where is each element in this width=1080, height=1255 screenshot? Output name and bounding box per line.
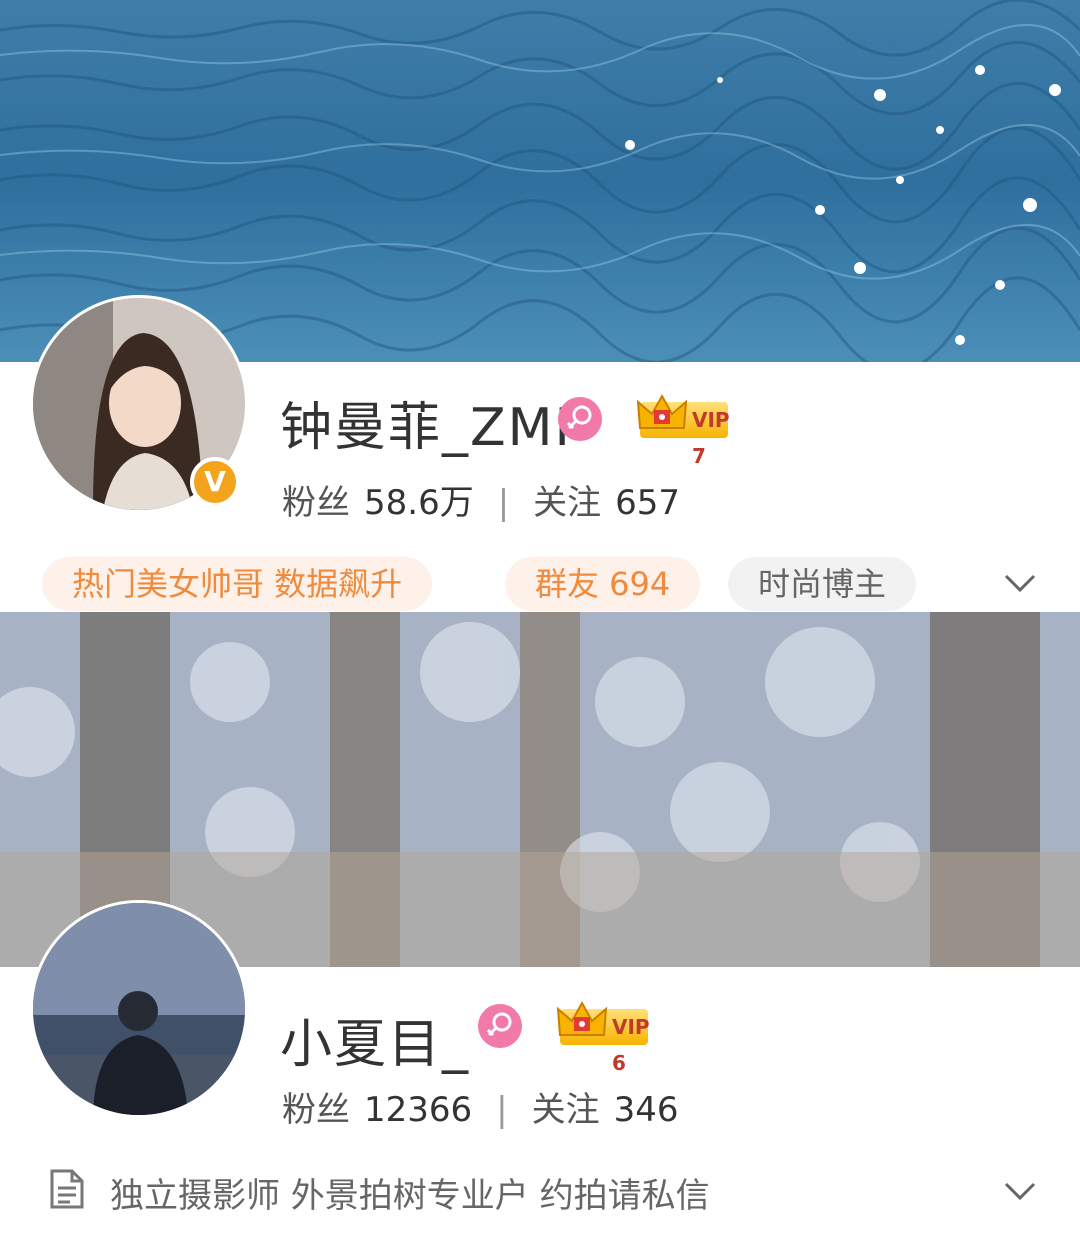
vip-label: VIP 7 bbox=[692, 408, 730, 468]
female-icon bbox=[478, 1004, 522, 1048]
chevron-down-icon[interactable] bbox=[1002, 572, 1038, 596]
divider: | bbox=[496, 1090, 508, 1130]
divider: | bbox=[497, 483, 510, 523]
tag-group[interactable]: 群友 694 bbox=[505, 557, 701, 611]
crown-icon bbox=[556, 1000, 608, 1036]
crown-icon bbox=[636, 393, 688, 429]
vip-label: VIP 6 bbox=[612, 1015, 650, 1075]
follow-count[interactable]: 346 bbox=[614, 1090, 679, 1130]
follow-label: 关注 bbox=[533, 483, 602, 523]
vip-badge[interactable]: VIP 6 bbox=[556, 1000, 650, 1075]
avatar-xiaxiamu[interactable] bbox=[30, 900, 248, 1118]
fans-label: 粉丝 bbox=[282, 1090, 350, 1130]
follow-count[interactable]: 657 bbox=[615, 483, 680, 523]
document-icon bbox=[50, 1169, 84, 1209]
female-icon bbox=[558, 397, 602, 441]
tag-hot[interactable]: 热门美女帅哥 数据飙升 bbox=[42, 557, 433, 611]
verified-icon: V bbox=[190, 457, 240, 507]
follow-label: 关注 bbox=[531, 1090, 600, 1130]
fans-count[interactable]: 58.6万 bbox=[364, 483, 474, 523]
profile-stats: 粉丝 12366 | 关注 346 bbox=[282, 1082, 679, 1131]
tag-fashion[interactable]: 时尚博主 bbox=[728, 557, 917, 611]
chevron-down-icon[interactable] bbox=[1002, 1180, 1038, 1204]
profile-description: 独立摄影师 外景拍树专业户 约拍请私信 bbox=[110, 1176, 710, 1216]
fans-label: 粉丝 bbox=[282, 483, 350, 523]
vip-badge[interactable]: VIP 7 bbox=[636, 393, 730, 468]
fans-count[interactable]: 12366 bbox=[364, 1090, 472, 1130]
profile-stats: 粉丝 58.6万 | 关注 657 bbox=[282, 475, 680, 524]
profile-name[interactable]: 钟曼菲_ZMF bbox=[280, 385, 586, 460]
profile-name[interactable]: 小夏目_ bbox=[280, 1002, 470, 1077]
